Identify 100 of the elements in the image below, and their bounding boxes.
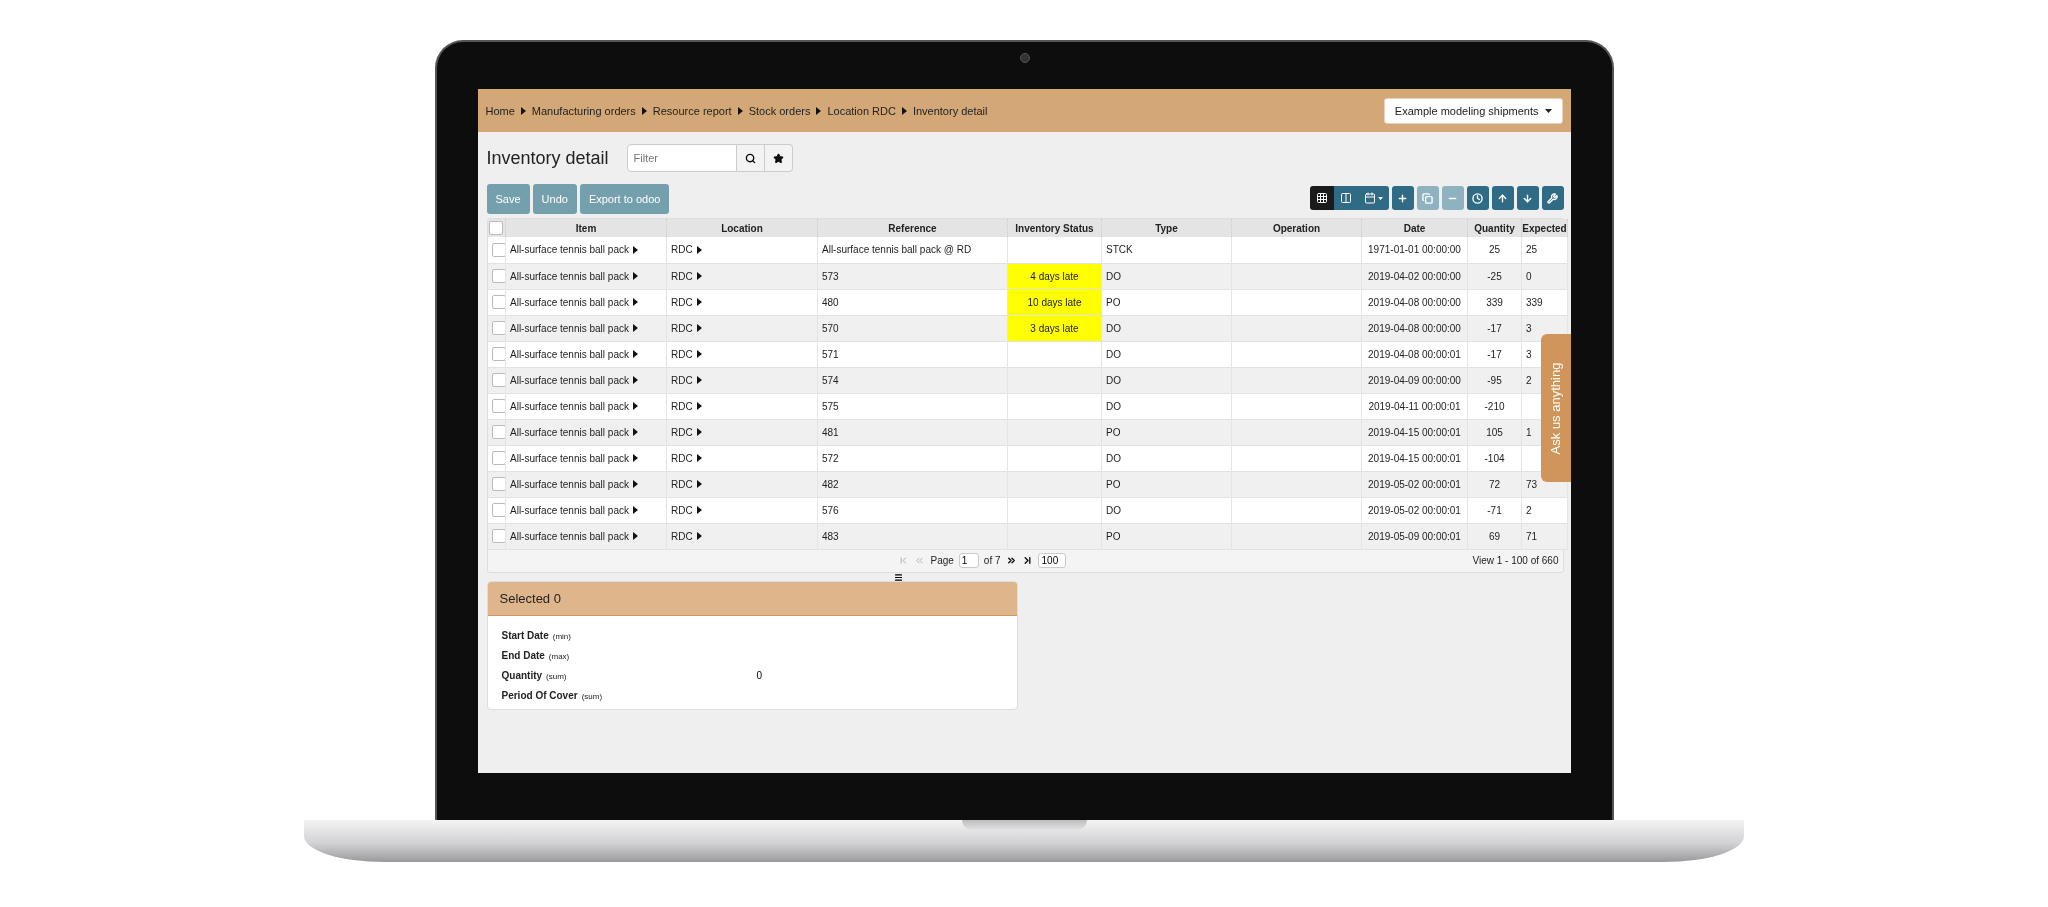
table-cell: 2019-04-08 00:00:00	[1361, 289, 1468, 315]
page-count: of 7	[983, 555, 1001, 566]
table-cell: 2019-04-08 00:00:01	[1361, 341, 1468, 367]
column-header[interactable]: Reference	[817, 219, 1008, 237]
arrow-up-icon	[1497, 192, 1508, 204]
item-link[interactable]: All-surface tennis ball pack	[510, 270, 629, 282]
column-header[interactable]: Inventory Status	[1007, 219, 1102, 237]
caret-icon	[696, 245, 702, 254]
caret-icon	[632, 376, 638, 384]
location-link[interactable]: RDC	[671, 504, 693, 516]
item-link[interactable]: All-surface tennis ball pack	[510, 348, 629, 360]
splitter-handle-icon[interactable]	[894, 572, 903, 582]
breadcrumb-link[interactable]: Stock orders	[748, 104, 811, 117]
table-cell: -95	[1467, 367, 1522, 393]
next-page-icon[interactable]	[1005, 555, 1017, 566]
record-count: View 1 - 100 of 660	[1472, 555, 1559, 566]
column-header[interactable]: Location	[666, 219, 818, 237]
location-link[interactable]: RDC	[671, 270, 693, 282]
row-checkbox[interactable]	[491, 347, 505, 361]
column-header[interactable]: Expected	[1521, 219, 1568, 237]
table-cell: 2019-04-02 00:00:00	[1361, 263, 1468, 289]
table-cell: -71	[1467, 497, 1522, 523]
table-cell: DO	[1101, 497, 1232, 523]
favorite-button[interactable]	[764, 144, 793, 172]
item-link[interactable]: All-surface tennis ball pack	[510, 478, 629, 490]
breadcrumb-link[interactable]: Home	[485, 104, 515, 117]
move-down-button[interactable]	[1516, 186, 1539, 210]
column-header[interactable]: Date	[1361, 219, 1468, 237]
column-header[interactable]: Item	[505, 219, 667, 237]
plus-icon	[1397, 192, 1408, 204]
row-checkbox[interactable]	[491, 425, 505, 439]
location-link[interactable]: RDC	[671, 452, 693, 464]
row-checkbox[interactable]	[491, 269, 505, 283]
location-link[interactable]: RDC	[671, 244, 693, 256]
status-cell: 3 days late	[1007, 315, 1102, 341]
location-link[interactable]: RDC	[671, 374, 693, 386]
table-cell: DO	[1101, 341, 1232, 367]
location-link[interactable]: RDC	[671, 530, 693, 542]
field-label: Quantity (sum)	[501, 669, 568, 681]
filter-field[interactable]: Filter	[626, 144, 737, 172]
select-all-checkbox[interactable]	[489, 221, 504, 235]
copy-icon	[1422, 192, 1433, 204]
scenario-dropdown[interactable]: Example modeling shipments	[1383, 97, 1563, 124]
view-mode-button[interactable]	[1309, 186, 1334, 210]
breadcrumb-link[interactable]: Location RDC	[827, 104, 896, 117]
table-cell: PO	[1101, 523, 1232, 549]
item-link[interactable]: All-surface tennis ball pack	[510, 244, 629, 256]
location-link[interactable]: RDC	[671, 478, 693, 490]
move-up-button[interactable]	[1491, 186, 1514, 210]
table-cell: -104	[1467, 445, 1522, 471]
page-field[interactable]: 1	[958, 553, 979, 568]
location-link[interactable]: RDC	[671, 322, 693, 334]
item-link[interactable]: All-surface tennis ball pack	[510, 296, 629, 308]
page-size-field[interactable]: 100	[1037, 553, 1066, 568]
page-label: Page	[930, 555, 954, 566]
settings-button[interactable]	[1541, 186, 1564, 210]
table-cell: DO	[1101, 445, 1232, 471]
breadcrumb-link[interactable]: Inventory detail	[912, 104, 988, 117]
breadcrumb-link[interactable]: Resource report	[652, 104, 732, 117]
row-checkbox[interactable]	[491, 451, 505, 465]
item-link[interactable]: All-surface tennis ball pack	[510, 452, 629, 464]
column-header[interactable]: Quantity	[1467, 219, 1522, 237]
row-checkbox[interactable]	[491, 373, 505, 387]
calendar-icon	[1363, 192, 1376, 204]
previous-page-icon[interactable]	[914, 555, 926, 566]
row-checkbox[interactable]	[491, 242, 505, 257]
item-link[interactable]: All-surface tennis ball pack	[510, 400, 629, 412]
item-link[interactable]: All-surface tennis ball pack	[510, 322, 629, 334]
location-link[interactable]: RDC	[671, 348, 693, 360]
row-checkbox[interactable]	[491, 295, 505, 309]
item-link[interactable]: All-surface tennis ball pack	[510, 374, 629, 386]
location-link[interactable]: RDC	[671, 426, 693, 438]
caret-icon	[632, 428, 638, 436]
location-link[interactable]: RDC	[671, 296, 693, 308]
status-cell: 10 days late	[1007, 289, 1102, 315]
table-cell: 572	[817, 445, 1008, 471]
item-link[interactable]: All-surface tennis ball pack	[510, 504, 629, 516]
location-link[interactable]: RDC	[671, 400, 693, 412]
wrench-icon	[1547, 192, 1558, 204]
item-link[interactable]: All-surface tennis ball pack	[510, 530, 629, 542]
camera-icon	[1020, 53, 1030, 63]
row-checkbox[interactable]	[491, 399, 505, 413]
row-checkbox[interactable]	[491, 529, 505, 543]
table-cell: 2019-05-09 00:00:01	[1361, 523, 1468, 549]
caret-icon	[901, 106, 907, 115]
search-button[interactable]	[736, 144, 765, 172]
row-checkbox[interactable]	[491, 477, 505, 491]
view-mode-button[interactable]	[1333, 186, 1358, 210]
table-cell: 574	[817, 367, 1008, 393]
breadcrumb-link[interactable]: Manufacturing orders	[531, 104, 636, 117]
history-button[interactable]	[1466, 186, 1489, 210]
arrow-down-icon	[1522, 192, 1533, 204]
add-button[interactable]	[1391, 186, 1414, 210]
row-checkbox[interactable]	[491, 503, 505, 517]
table-cell: 2019-05-02 00:00:01	[1361, 471, 1468, 497]
table-cell: 339	[1521, 289, 1568, 315]
row-checkbox[interactable]	[491, 321, 505, 335]
column-header[interactable]: Type	[1101, 219, 1232, 237]
item-link[interactable]: All-surface tennis ball pack	[510, 426, 629, 438]
column-header[interactable]: Operation	[1231, 219, 1362, 237]
